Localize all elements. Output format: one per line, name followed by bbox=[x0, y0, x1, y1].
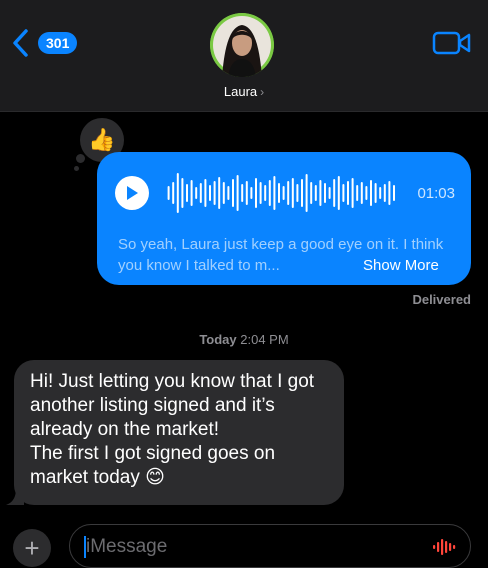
waveform-bar bbox=[181, 178, 184, 208]
waveform-bar bbox=[241, 184, 244, 202]
waveform-bar bbox=[356, 185, 359, 201]
waveform-bar bbox=[337, 176, 340, 210]
contact-name[interactable]: Laura › bbox=[0, 84, 488, 99]
play-icon bbox=[127, 186, 138, 200]
waveform-bar bbox=[347, 181, 349, 205]
waveform-bar bbox=[278, 183, 280, 203]
message-line: market today 😊 bbox=[30, 467, 165, 488]
waveform-bar bbox=[342, 184, 345, 202]
waveform-bar bbox=[296, 184, 299, 202]
outgoing-audio-message[interactable]: 01:03 So yeah, Laura just keep a good ey… bbox=[97, 152, 471, 285]
waveform-bar bbox=[305, 174, 308, 212]
waveform-bar bbox=[259, 182, 262, 204]
waveform-bar bbox=[255, 178, 257, 208]
waveform-bar bbox=[324, 183, 326, 203]
waveform-bar bbox=[172, 182, 175, 204]
waveform-bar bbox=[383, 184, 386, 202]
chevron-left-icon bbox=[13, 29, 28, 57]
waveform-bar bbox=[365, 186, 368, 200]
timestamp-day: Today bbox=[199, 332, 237, 347]
waveform-bar bbox=[319, 180, 322, 206]
waveform-bar bbox=[199, 183, 202, 203]
back-button[interactable]: 301 bbox=[10, 28, 78, 58]
waveform-bar bbox=[209, 185, 211, 201]
waveform-bar bbox=[167, 186, 170, 200]
timestamp-time: 2:04 PM bbox=[240, 332, 289, 347]
show-more-link[interactable]: Show More bbox=[363, 255, 439, 276]
waveform-bar bbox=[388, 181, 391, 205]
message-input-container[interactable] bbox=[69, 524, 471, 568]
message-input[interactable] bbox=[84, 533, 418, 561]
waveform-bar bbox=[291, 178, 294, 208]
chevron-right-icon: › bbox=[260, 85, 265, 99]
waveform-bar bbox=[393, 185, 395, 201]
waveform-bar bbox=[245, 181, 248, 205]
play-button[interactable] bbox=[115, 176, 149, 210]
message-line: The first I got signed goes on bbox=[30, 443, 276, 464]
reaction-tail bbox=[76, 154, 85, 163]
waveform-bar bbox=[268, 180, 271, 206]
add-attachment-button[interactable]: + bbox=[13, 529, 51, 567]
waveform-bar bbox=[301, 179, 303, 207]
waveform-bar bbox=[222, 182, 225, 204]
waveform-bar bbox=[287, 181, 290, 205]
avatar-photo bbox=[210, 13, 274, 77]
waveform-bar bbox=[227, 186, 230, 200]
waveform-bar bbox=[250, 187, 253, 199]
conversation-header: 301 Laura › bbox=[0, 0, 488, 112]
waveform-bar bbox=[310, 182, 313, 204]
audio-duration: 01:03 bbox=[417, 185, 455, 202]
contact-avatar[interactable] bbox=[210, 13, 274, 77]
bubble-tail bbox=[6, 488, 24, 505]
waveform-bar bbox=[370, 180, 372, 206]
waveform-bar bbox=[218, 177, 221, 209]
waveform-bar bbox=[282, 186, 285, 200]
delivery-status: Delivered bbox=[412, 292, 471, 307]
waveform-bar bbox=[236, 175, 239, 211]
waveform-bar bbox=[213, 181, 216, 205]
message-line: another listing signed and it’s bbox=[30, 395, 275, 416]
waveform-bar bbox=[379, 187, 382, 199]
waveform-bar bbox=[314, 185, 317, 201]
plus-icon: + bbox=[24, 533, 40, 563]
waveform-bar bbox=[333, 179, 336, 207]
incoming-message[interactable]: Hi! Just letting you know that I got ano… bbox=[14, 360, 344, 505]
unread-count-badge: 301 bbox=[38, 32, 78, 54]
waveform-bar bbox=[204, 179, 207, 207]
waveform-bar bbox=[264, 185, 267, 201]
waveform-bar bbox=[195, 187, 198, 199]
message-timestamp: Today 2:04 PM bbox=[0, 332, 488, 347]
waveform-bar bbox=[351, 178, 354, 208]
waveform-bar bbox=[186, 184, 188, 202]
audio-waveform[interactable] bbox=[167, 170, 397, 216]
waveform-bar bbox=[232, 179, 234, 207]
waveform-bar bbox=[176, 173, 179, 213]
waveform-bar bbox=[360, 182, 363, 204]
reaction-tail-dot bbox=[74, 166, 79, 171]
message-line: Hi! Just letting you know that I got bbox=[30, 371, 315, 392]
message-line: already on the market! bbox=[30, 419, 220, 440]
voice-memo-icon[interactable] bbox=[432, 538, 458, 556]
waveform-bar bbox=[374, 183, 377, 203]
thumbs-up-icon: 👍 bbox=[88, 127, 116, 152]
video-camera-icon[interactable] bbox=[432, 30, 472, 56]
waveform-bar bbox=[190, 180, 193, 206]
waveform-bar bbox=[328, 187, 331, 199]
waveform-bar bbox=[273, 176, 276, 210]
